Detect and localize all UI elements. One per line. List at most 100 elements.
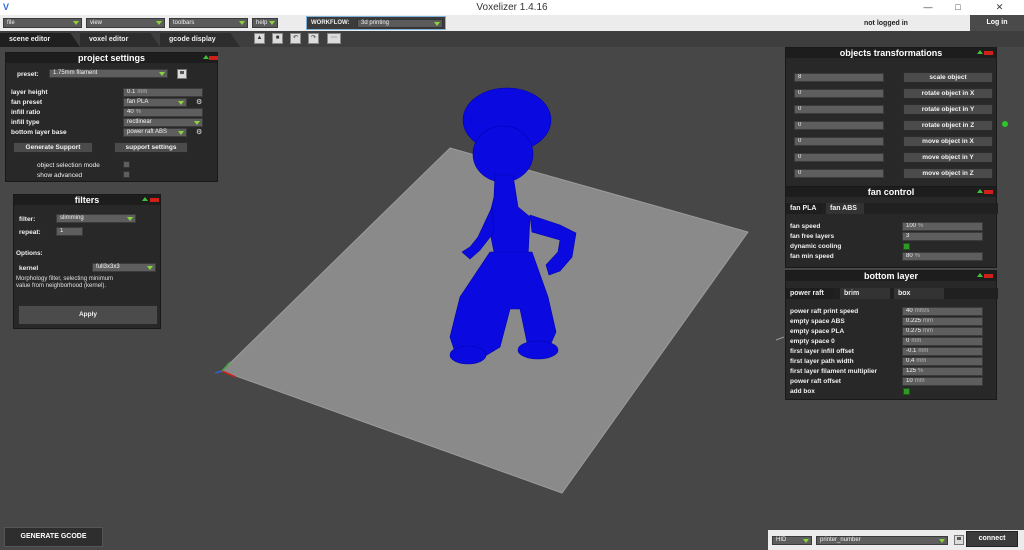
empty-space-abs-input[interactable]: 0.225 mm bbox=[902, 317, 983, 326]
first-layer-filament-multiplier-input[interactable]: 125% bbox=[902, 367, 983, 376]
collapse-icon[interactable] bbox=[977, 189, 983, 193]
show-advanced-label: show advanced bbox=[37, 172, 83, 179]
rotate-z-input[interactable]: 0 bbox=[794, 121, 884, 130]
scale-value-input[interactable]: 8 bbox=[794, 73, 884, 82]
empty-space-0-label: empty space 0 bbox=[790, 338, 835, 345]
empty-space-pla-input[interactable]: 0.275 mm bbox=[902, 327, 983, 336]
close-panel-icon[interactable] bbox=[984, 190, 993, 194]
workflow-dropdown[interactable]: 3d printing bbox=[357, 19, 443, 28]
repeat-input[interactable]: 1 bbox=[56, 227, 83, 236]
panel-header: fan control bbox=[786, 187, 996, 197]
preset-dropdown[interactable]: 1.75mm filament bbox=[49, 69, 168, 78]
save-printer-icon[interactable] bbox=[954, 535, 964, 545]
move-y-button[interactable]: move object in Y bbox=[903, 152, 993, 163]
generate-support-button[interactable]: Generate Support bbox=[13, 142, 93, 153]
tab-fan-pla[interactable]: fan PLA bbox=[786, 203, 822, 214]
panel-header: bottom layer bbox=[786, 271, 996, 281]
dynamic-cooling-checkbox[interactable] bbox=[903, 243, 910, 250]
rotate-y-button[interactable]: rotate object in Y bbox=[903, 104, 993, 115]
filter-dropdown[interactable]: slimming bbox=[56, 214, 136, 223]
power-raft-offset-input[interactable]: 10 mm bbox=[902, 377, 983, 386]
gear-icon[interactable]: ⚙ bbox=[196, 99, 203, 106]
close-panel-icon[interactable] bbox=[150, 198, 159, 202]
collapse-icon[interactable] bbox=[977, 50, 983, 54]
infill-type-dropdown[interactable]: rectlinear bbox=[123, 118, 203, 127]
show-advanced-checkbox[interactable] bbox=[123, 171, 130, 178]
move-x-button[interactable]: move object in X bbox=[903, 136, 993, 147]
move-x-input[interactable]: 0 bbox=[794, 137, 884, 146]
minimize-icon[interactable]: — bbox=[915, 0, 941, 15]
rotate-x-button[interactable]: rotate object in X bbox=[903, 88, 993, 99]
move-z-button[interactable]: move object in Z bbox=[903, 168, 993, 179]
power-raft-offset-label: power raft offset bbox=[790, 378, 841, 385]
layer-height-input[interactable]: 0.1 mm bbox=[123, 88, 203, 97]
rotate-y-input[interactable]: 0 bbox=[794, 105, 884, 114]
first-layer-path-width-input[interactable]: 0.4 mm bbox=[902, 357, 983, 366]
tab-voxel-editor[interactable]: voxel editor bbox=[80, 33, 160, 47]
object-selection-mode-checkbox[interactable] bbox=[123, 161, 130, 168]
toolbars-menu[interactable]: toolbars bbox=[169, 18, 248, 28]
redo-icon[interactable]: ↷ bbox=[308, 33, 319, 44]
first-layer-infill-offset-input[interactable]: -0.1 mm bbox=[902, 347, 983, 356]
close-panel-icon[interactable] bbox=[984, 51, 993, 55]
dropdown-arrow-icon bbox=[194, 121, 200, 125]
panel-header: project settings bbox=[6, 53, 217, 63]
gear-icon[interactable]: ⚙ bbox=[196, 129, 203, 136]
bottom-layer-base-dropdown[interactable]: power raft ABS bbox=[123, 128, 187, 137]
bottom-layer-base-label: bottom layer base bbox=[11, 129, 67, 136]
rotate-z-button[interactable]: rotate object in Z bbox=[903, 120, 993, 131]
filters-panel: filters filter: slimming repeat: 1 Optio… bbox=[13, 194, 161, 329]
dropdown-arrow-icon bbox=[159, 72, 165, 76]
filter-label: filter: bbox=[19, 216, 36, 223]
support-settings-button[interactable]: support settings bbox=[114, 142, 188, 153]
collapse-icon[interactable] bbox=[977, 273, 983, 277]
scale-object-button[interactable]: scale object bbox=[903, 72, 993, 83]
fan-min-speed-input[interactable]: 80% bbox=[902, 252, 983, 261]
infill-type-label: infill type bbox=[11, 119, 40, 126]
move-y-input[interactable]: 0 bbox=[794, 153, 884, 162]
add-box-checkbox[interactable] bbox=[903, 388, 910, 395]
power-raft-print-speed-input[interactable]: 40 mm/s bbox=[902, 307, 983, 316]
save-file-icon[interactable]: ■ bbox=[272, 33, 283, 44]
maximize-icon[interactable]: □ bbox=[945, 0, 971, 15]
tab-box[interactable]: box bbox=[894, 288, 944, 299]
filter-description-line-1: Morphology filter, selecting minimum bbox=[16, 276, 114, 282]
help-menu[interactable]: help bbox=[252, 18, 278, 28]
save-preset-icon[interactable] bbox=[177, 69, 187, 79]
open-file-icon[interactable]: ▲ bbox=[254, 33, 265, 44]
dropdown-arrow-icon bbox=[803, 539, 809, 543]
dropdown-arrow-icon bbox=[147, 266, 153, 270]
rotate-x-input[interactable]: 0 bbox=[794, 89, 884, 98]
login-button[interactable]: Log in bbox=[970, 15, 1024, 31]
apply-button[interactable]: Apply bbox=[18, 305, 158, 325]
model-left-foot bbox=[449, 345, 487, 365]
tab-power-raft[interactable]: power raft bbox=[786, 288, 834, 299]
tab-brim[interactable]: brim bbox=[840, 288, 890, 299]
fan-preset-dropdown[interactable]: fan PLA bbox=[123, 98, 187, 107]
fan-speed-input[interactable]: 100% bbox=[902, 222, 983, 231]
collapse-icon[interactable] bbox=[142, 197, 148, 201]
port-dropdown[interactable]: HID bbox=[772, 536, 812, 545]
undo-icon[interactable]: ↶ bbox=[290, 33, 301, 44]
tab-fan-abs[interactable]: fan ABS bbox=[826, 203, 864, 214]
view-menu[interactable]: view bbox=[86, 18, 165, 28]
move-z-input[interactable]: 0 bbox=[794, 169, 884, 178]
dropdown-arrow-icon bbox=[178, 131, 184, 135]
tab-gcode-display[interactable]: gcode display bbox=[160, 33, 240, 47]
printer-dropdown[interactable]: printer_number bbox=[816, 536, 948, 545]
close-icon[interactable]: ✕ bbox=[975, 0, 1024, 15]
connect-button[interactable]: connect bbox=[966, 531, 1018, 547]
tab-scene-editor[interactable]: scene editor bbox=[0, 33, 80, 47]
layer-height-label: layer height bbox=[11, 89, 48, 96]
dropdown-arrow-icon bbox=[127, 217, 133, 221]
settings-icon[interactable]: ⋯ bbox=[327, 33, 341, 44]
empty-space-0-input[interactable]: 0 mm bbox=[902, 337, 983, 346]
file-menu[interactable]: file bbox=[3, 18, 82, 28]
objects-transformations-panel: objects transformations 8 scale object 0… bbox=[785, 47, 997, 187]
close-panel-icon[interactable] bbox=[984, 274, 993, 278]
kernel-dropdown[interactable]: full3x3x3 bbox=[92, 263, 156, 272]
generate-gcode-button[interactable]: GENERATE GCODE bbox=[4, 527, 103, 547]
fan-free-layers-input[interactable]: 3 bbox=[902, 232, 983, 241]
infill-ratio-input[interactable]: 40% bbox=[123, 108, 203, 117]
close-panel-icon[interactable] bbox=[209, 56, 218, 60]
